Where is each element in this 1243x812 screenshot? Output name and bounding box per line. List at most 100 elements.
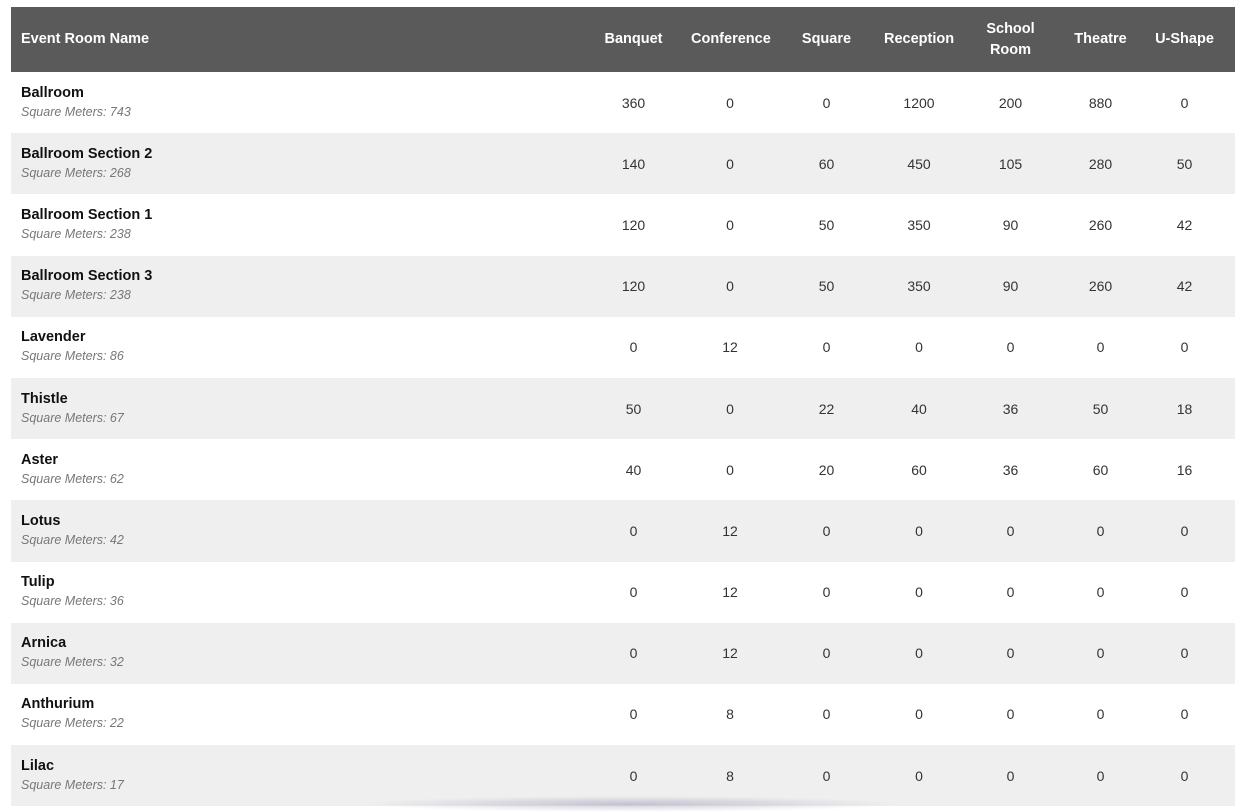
capacity-cell-conference: 0 bbox=[726, 278, 734, 295]
capacity-cell-theatre: 280 bbox=[1088, 155, 1113, 172]
room-name-cell: Ballroom Square Meters: 743 bbox=[11, 72, 576, 133]
room-square-meters: Square Meters: 268 bbox=[21, 165, 131, 180]
column-header-label: Theatre bbox=[1074, 31, 1127, 47]
column-header-square: Square bbox=[769, 7, 884, 72]
capacity-cell-reception: 350 bbox=[907, 216, 931, 233]
event-room-capacity-table: Event Room Name Banquet Conference Square Re… bbox=[11, 7, 1235, 807]
capacity-cell-theatre: 0 bbox=[1096, 584, 1105, 601]
capacity-cell-square: 22 bbox=[818, 400, 835, 417]
capacity-cell-reception: 0 bbox=[915, 706, 923, 723]
capacity-cell-conference: 12 bbox=[722, 645, 738, 662]
room-name: Thistle bbox=[21, 390, 68, 407]
capacity-cell-school-room: 90 bbox=[1002, 216, 1019, 233]
capacity-cell-conference: 12 bbox=[722, 339, 738, 356]
capacity-cell-school-room: 0 bbox=[1006, 767, 1015, 784]
table-row: Ballroom Square Meters: 743 360 0 0 1200 200 88… bbox=[11, 72, 1235, 134]
event-room-capacity-table-wrap: Event Room Name Banquet Conference Square Re… bbox=[11, 7, 1235, 807]
capacity-cell-theatre: 260 bbox=[1088, 278, 1113, 295]
capacity-cell-banquet: 360 bbox=[621, 94, 646, 111]
capacity-cell-school-room: 0 bbox=[1006, 645, 1015, 662]
table-row: Anthurium Square Meters: 22 0 8 0 0 0 0 0 bbox=[11, 683, 1235, 746]
room-square-meters: Square Meters: 238 bbox=[21, 288, 131, 303]
capacity-cell-banquet: 120 bbox=[621, 216, 646, 233]
capacity-cell-u-shape: 18 bbox=[1176, 400, 1193, 417]
column-header-event-room-name: Event Room Name bbox=[11, 7, 576, 72]
capacity-cell-square: 0 bbox=[822, 339, 831, 356]
capacity-cell-u-shape: 0 bbox=[1180, 339, 1189, 356]
table-row: Ballroom Section 1 Square Meters: 238 120 0… bbox=[11, 194, 1235, 256]
capacity-cell-banquet: 0 bbox=[629, 522, 638, 539]
table-row: Lavender Square Meters: 86 0 12 0 0 0 0 0 bbox=[11, 316, 1235, 378]
capacity-cell-reception: 0 bbox=[915, 767, 923, 784]
capacity-cell-square: 0 bbox=[822, 706, 831, 723]
room-name: Lotus bbox=[21, 512, 61, 529]
capacity-cell-u-shape: 0 bbox=[1180, 645, 1189, 662]
capacity-cell-banquet: 0 bbox=[629, 706, 638, 723]
capacity-cell-square: 0 bbox=[822, 645, 831, 662]
capacity-cell-reception: 0 bbox=[915, 339, 923, 356]
capacity-cell-u-shape: 0 bbox=[1180, 94, 1189, 111]
capacity-cell-school-room: 0 bbox=[1006, 339, 1015, 356]
column-header-label: Square bbox=[801, 31, 852, 47]
room-square-meters: Square Meters: 86 bbox=[21, 349, 124, 364]
capacity-cell-banquet: 40 bbox=[625, 461, 642, 478]
column-header-conference: Conference bbox=[691, 7, 771, 72]
table-row: Tulip Square Meters: 36 0 12 0 0 0 0 0 bbox=[11, 561, 1235, 623]
table-row: Lotus Square Meters: 42 0 12 0 0 0 0 0 bbox=[11, 500, 1235, 562]
room-square-meters: Square Meters: 42 bbox=[21, 532, 124, 547]
room-name: Ballroom bbox=[21, 84, 84, 101]
capacity-cell-conference: 12 bbox=[722, 522, 738, 539]
capacity-cell-reception: 450 bbox=[907, 155, 931, 172]
column-header-school-room: School Room bbox=[954, 7, 1067, 72]
capacity-cell-school-room: 0 bbox=[1006, 706, 1015, 723]
column-header-label: School bbox=[986, 20, 1035, 37]
capacity-cell-banquet: 0 bbox=[629, 584, 638, 601]
capacity-cell-u-shape: 0 bbox=[1180, 706, 1189, 723]
capacity-cell-theatre: 260 bbox=[1088, 216, 1113, 233]
capacity-cell-school-room: 90 bbox=[1002, 278, 1019, 295]
capacity-cell-theatre: 60 bbox=[1092, 461, 1109, 478]
room-square-meters: Square Meters: 67 bbox=[21, 410, 124, 425]
room-square-meters: Square Meters: 743 bbox=[21, 104, 131, 119]
table-row: Thistle Square Meters: 67 50 0 22 40 36 50 18 bbox=[11, 377, 1235, 440]
capacity-cell-school-room: 36 bbox=[1002, 461, 1019, 478]
column-header-label: Banquet bbox=[604, 31, 663, 47]
table-row: Ballroom Section 3 Square Meters: 238 120 0… bbox=[11, 255, 1235, 317]
room-name: Arnica bbox=[21, 635, 67, 652]
capacity-cell-square: 60 bbox=[818, 155, 835, 172]
room-name-cell: Ballroom Section 3 Square Meters: 238 bbox=[11, 256, 576, 317]
room-name-cell: Aster Square Meters: 62 bbox=[11, 439, 576, 500]
room-name-cell: Lavender Square Meters: 86 bbox=[11, 317, 576, 378]
room-name: Aster bbox=[21, 451, 59, 468]
capacity-cell-theatre: 0 bbox=[1096, 522, 1105, 539]
room-square-meters: Square Meters: 62 bbox=[21, 471, 124, 486]
room-name-cell: Thistle Square Meters: 67 bbox=[11, 378, 576, 439]
capacity-cell-reception: 350 bbox=[907, 278, 931, 295]
capacity-cell-u-shape: 0 bbox=[1180, 584, 1189, 601]
room-name-cell: Ballroom Section 2 Square Meters: 268 bbox=[11, 133, 576, 194]
table-row: Ballroom Section 2 Square Meters: 268 140 0… bbox=[11, 133, 1235, 195]
capacity-cell-reception: 0 bbox=[915, 522, 923, 539]
room-name: Lavender bbox=[21, 329, 86, 346]
room-name-cell: Lotus Square Meters: 42 bbox=[11, 500, 576, 561]
capacity-cell-school-room: 0 bbox=[1006, 584, 1015, 601]
capacity-cell-reception: 40 bbox=[911, 400, 927, 417]
capacity-cell-square: 0 bbox=[822, 94, 831, 111]
capacity-cell-theatre: 880 bbox=[1088, 94, 1113, 111]
table-row: Aster Square Meters: 62 40 0 20 60 36 60 16 bbox=[11, 439, 1235, 501]
room-name-cell: Anthurium Square Meters: 22 bbox=[11, 684, 576, 745]
column-header-banquet: Banquet bbox=[576, 7, 691, 72]
room-name: Ballroom Section 3 bbox=[21, 268, 153, 285]
capacity-cell-u-shape: 42 bbox=[1176, 216, 1193, 233]
capacity-cell-square: 0 bbox=[822, 767, 831, 784]
capacity-cell-theatre: 0 bbox=[1096, 645, 1105, 662]
capacity-cell-square: 50 bbox=[818, 216, 835, 233]
table-row: Lilac Square Meters: 17 0 8 0 0 0 0 0 bbox=[11, 745, 1235, 807]
capacity-cell-school-room: 36 bbox=[1002, 400, 1019, 417]
room-name: Ballroom Section 1 bbox=[21, 206, 153, 223]
column-header-label: Reception bbox=[884, 31, 955, 47]
capacity-cell-u-shape: 42 bbox=[1176, 278, 1193, 295]
room-name-cell: Lilac Square Meters: 17 bbox=[11, 745, 576, 806]
capacity-cell-conference: 12 bbox=[722, 584, 738, 601]
room-square-meters: Square Meters: 22 bbox=[21, 716, 124, 731]
